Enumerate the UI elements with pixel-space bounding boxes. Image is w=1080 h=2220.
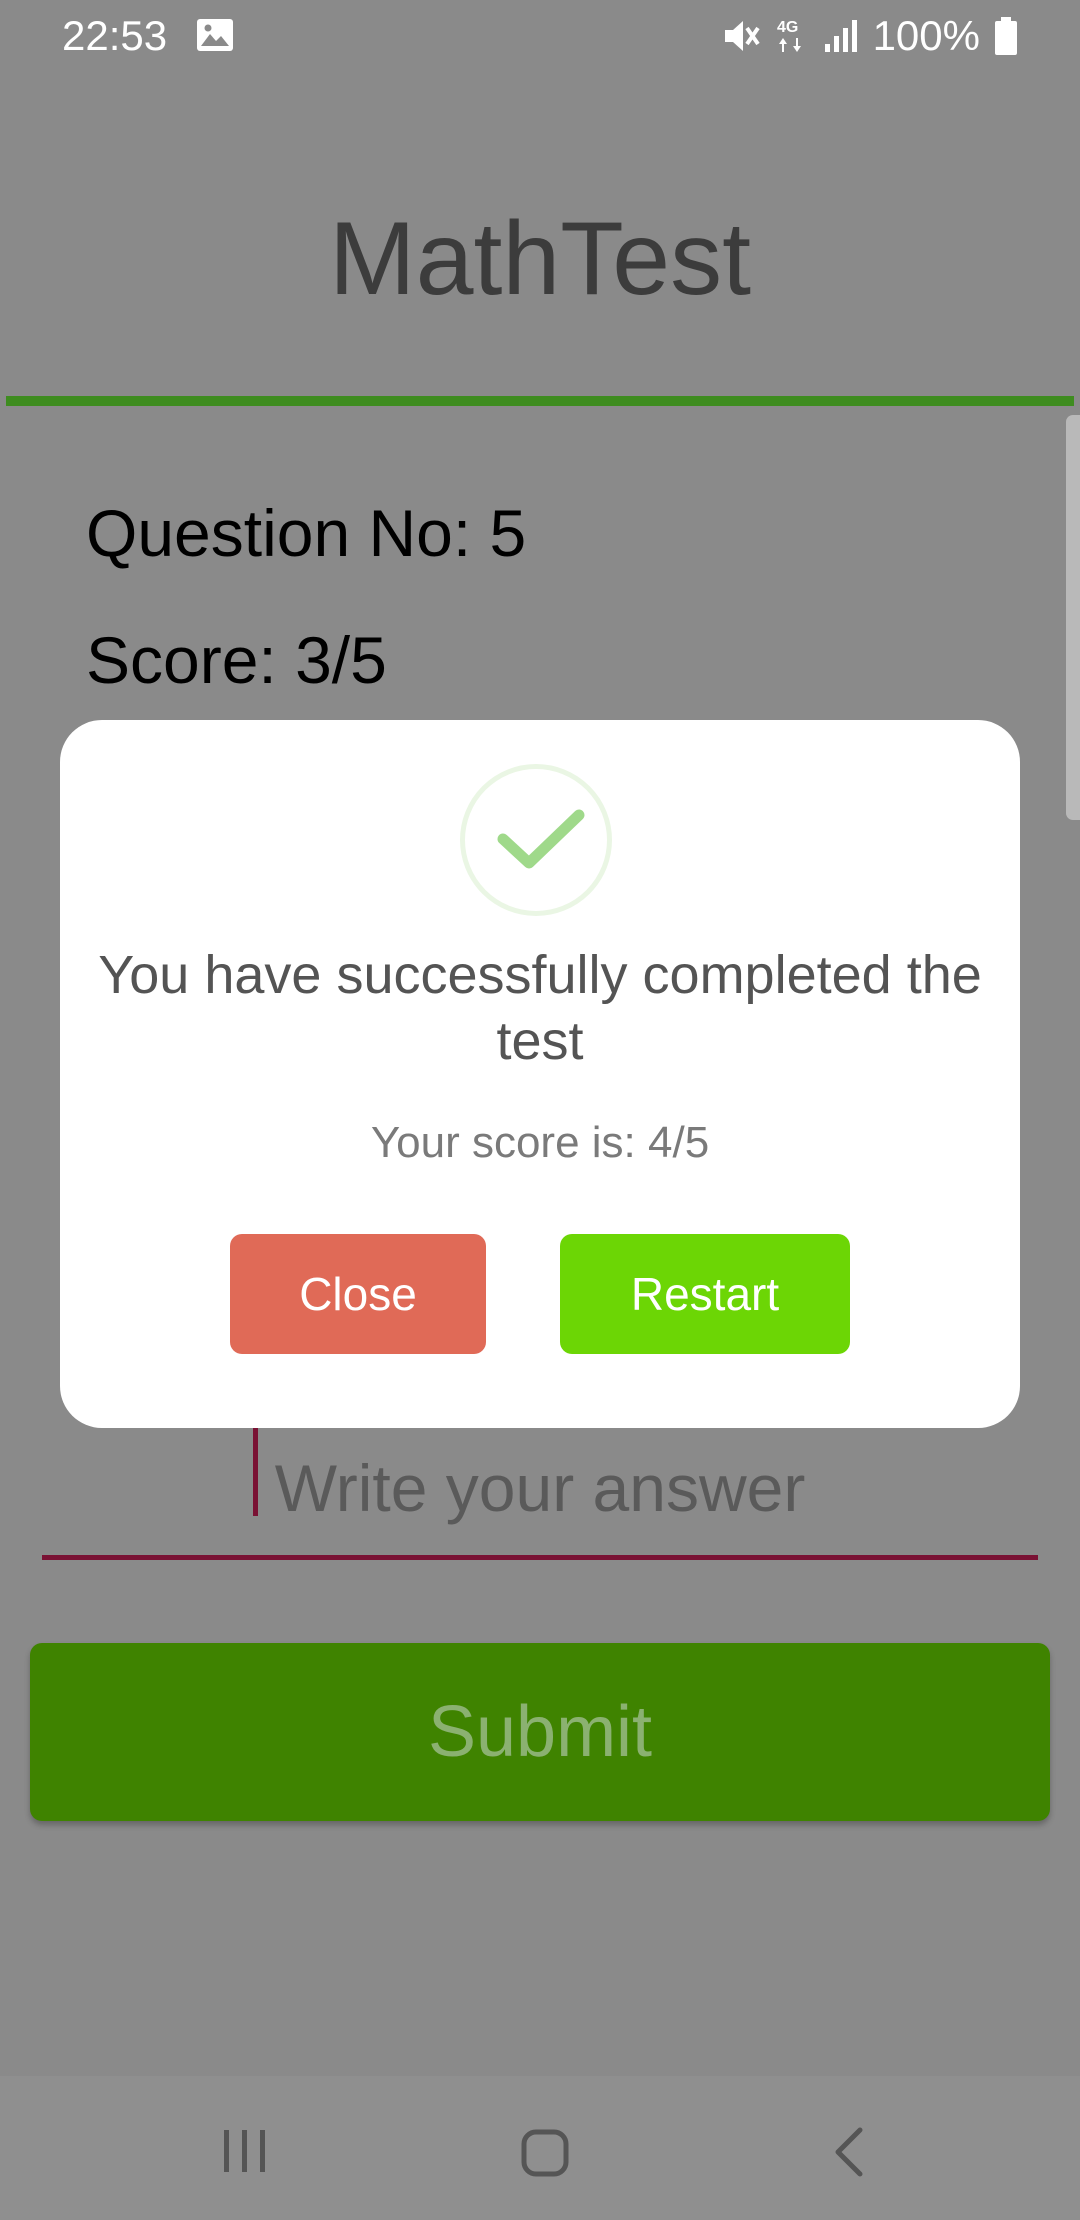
battery-percent: 100% — [872, 12, 980, 59]
header-divider — [6, 396, 1074, 406]
battery-icon — [995, 17, 1017, 55]
app-title: MathTest — [329, 201, 751, 317]
question-number: Question No: 5 — [86, 496, 527, 570]
check-icon — [497, 809, 585, 869]
status-bar: 22:53 4G 100% — [0, 0, 1080, 72]
close-button[interactable]: Close — [230, 1234, 486, 1354]
result-dialog: You have successfully completed the test… — [60, 720, 1020, 1428]
text-cursor — [253, 1428, 258, 1516]
success-badge — [460, 764, 612, 916]
mute-icon — [724, 21, 760, 51]
4g-icon: 4G — [777, 19, 801, 52]
back-icon[interactable] — [830, 2126, 866, 2178]
gallery-icon — [197, 19, 233, 51]
signal-icon — [824, 20, 857, 52]
restart-button[interactable]: Restart — [560, 1234, 850, 1354]
dialog-title: You have successfully completed the test — [98, 945, 982, 1071]
scrollbar[interactable] — [1066, 415, 1080, 820]
navigation-bar — [0, 2076, 1080, 2220]
status-icons: 4G 100% — [721, 12, 1018, 60]
status-time: 22:53 — [62, 12, 168, 59]
submit-button[interactable]: Submit — [30, 1643, 1050, 1821]
score-label: Score: 3/5 — [86, 623, 387, 697]
home-icon[interactable] — [520, 2128, 570, 2178]
svg-text:4G: 4G — [777, 19, 798, 36]
dialog-score: Your score is: 4/5 — [370, 1118, 710, 1167]
recents-icon[interactable] — [220, 2128, 270, 2174]
answer-input[interactable] — [42, 1420, 1038, 1560]
